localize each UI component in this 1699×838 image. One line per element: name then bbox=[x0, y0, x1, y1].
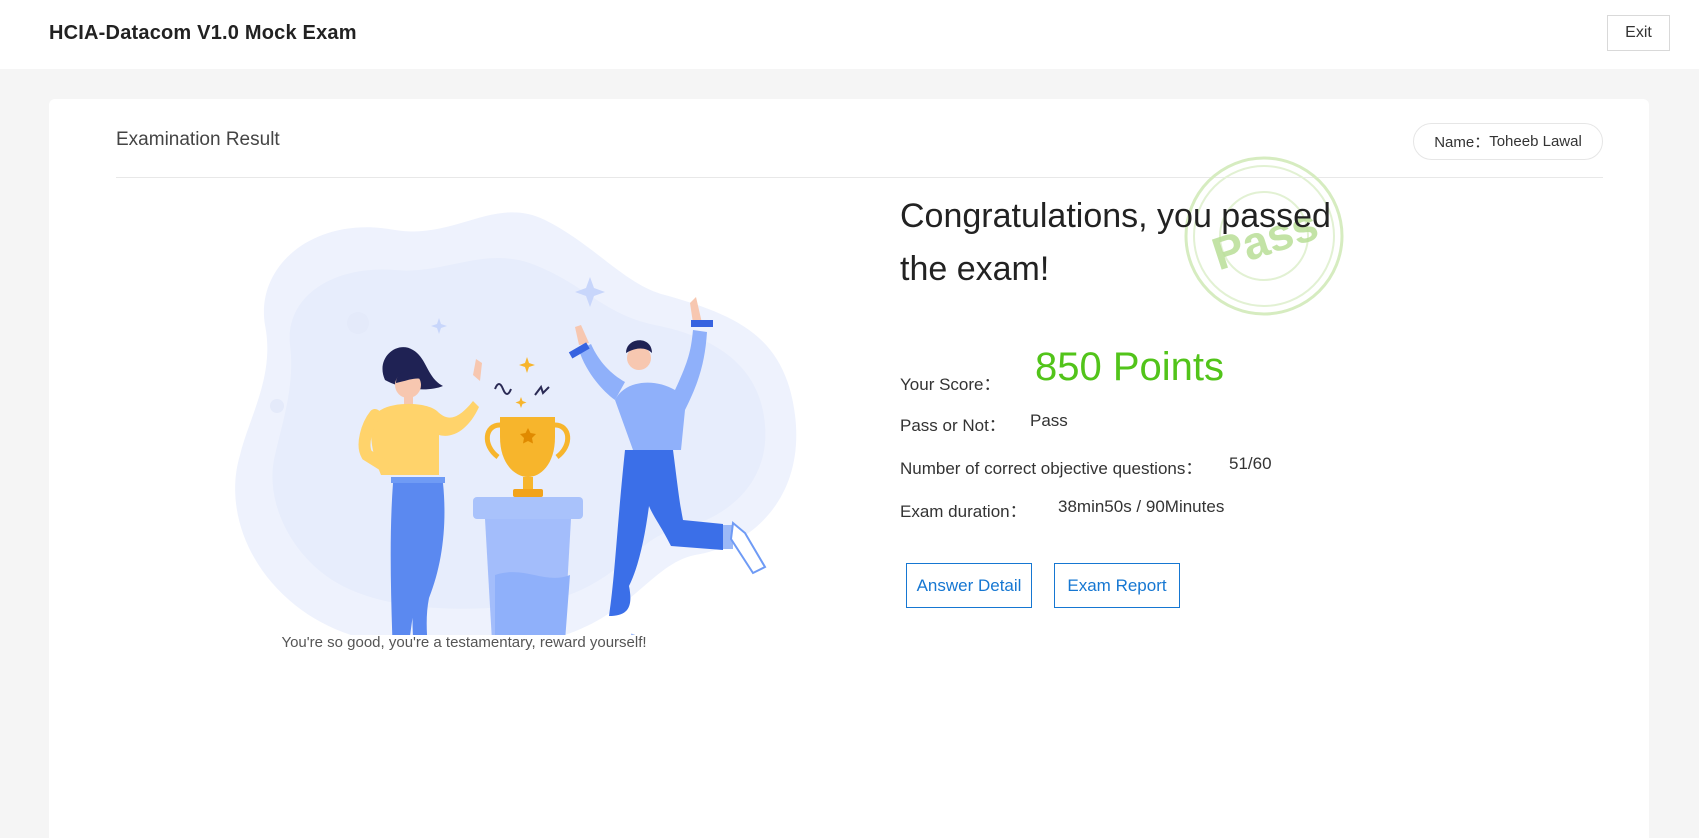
duration-label: Exam duration： bbox=[900, 502, 1027, 521]
app-title: HCIA-Datacom V1.0 Mock Exam bbox=[49, 22, 357, 44]
congratulations-heading: Congratulations, you passed the exam! bbox=[900, 197, 1331, 288]
pass-row: Pass or Not： bbox=[900, 411, 1006, 436]
score-label: Your Score： bbox=[900, 375, 1001, 394]
exit-button[interactable]: Exit bbox=[1607, 15, 1670, 51]
answer-detail-button[interactable]: Answer Detail bbox=[906, 563, 1032, 608]
duration-row: Exam duration： bbox=[900, 497, 1027, 522]
correct-label: Number of correct objective questions： bbox=[900, 459, 1203, 478]
correct-value: 51/60 bbox=[1229, 454, 1272, 473]
celebration-illustration bbox=[235, 212, 797, 635]
pass-label: Pass or Not： bbox=[900, 416, 1006, 435]
score-row: Your Score： bbox=[900, 370, 1000, 395]
name-label: Name： bbox=[1434, 134, 1490, 151]
top-bar: HCIA-Datacom V1.0 Mock Exam Exit bbox=[0, 0, 1699, 69]
name-value: Toheeb Lawal bbox=[1489, 133, 1582, 150]
correct-row: Number of correct objective questions： bbox=[900, 454, 1202, 479]
result-title: Examination Result bbox=[116, 129, 280, 150]
tagline: You're so good, you're a testamentary, r… bbox=[281, 634, 647, 651]
pass-value: Pass bbox=[1030, 411, 1068, 430]
candidate-name-badge: Name： Toheeb Lawal bbox=[1413, 123, 1603, 160]
duration-value: 38min50s / 90Minutes bbox=[1058, 497, 1225, 516]
exam-report-button[interactable]: Exam Report bbox=[1054, 563, 1180, 608]
score-value: 850 Points bbox=[1035, 345, 1225, 389]
